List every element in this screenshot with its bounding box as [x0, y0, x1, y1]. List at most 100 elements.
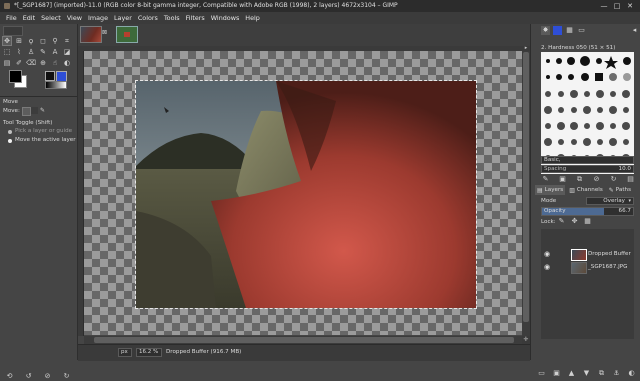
delete-icon[interactable]: ⊘ — [43, 372, 52, 381]
menu-windows[interactable]: Windows — [208, 14, 243, 22]
eraser-icon[interactable]: ⌫ — [26, 58, 36, 68]
gimp-app-icon — [4, 3, 10, 9]
paths-tool-icon[interactable]: ✎ — [38, 47, 48, 57]
wilber-drop-area[interactable] — [3, 26, 23, 36]
dock-menu-icon[interactable]: ◂ — [630, 26, 639, 35]
open-brush-icon[interactable]: ▤ — [626, 175, 635, 184]
layer-row[interactable]: ◉ _SGP1687.JPG — [541, 261, 634, 274]
menu-view[interactable]: View — [64, 14, 85, 22]
move-tool-icon[interactable]: ✥ — [2, 36, 12, 46]
quick-mask-icon[interactable]: ▸ — [522, 46, 530, 51]
foreground-select-icon[interactable]: ♙ — [26, 47, 36, 57]
mask-layer-icon[interactable]: ◐ — [627, 369, 636, 378]
duplicate-layer-icon[interactable]: ⧉ — [597, 369, 606, 378]
pick-layer-option[interactable]: Pick a layer or guide — [15, 128, 72, 134]
menu-colors[interactable]: Colors — [135, 14, 161, 22]
image-tab-thumbnail[interactable] — [80, 26, 102, 43]
navigate-icon[interactable]: ✛ — [522, 336, 530, 344]
layer-thumbnail — [571, 249, 587, 261]
document-history-icon[interactable]: ▭ — [577, 26, 586, 35]
brush-actions: ✎ ▣ ⧉ ⊘ ↻ ▤ — [541, 175, 635, 184]
brush-tag-filter[interactable]: Basic, — [541, 156, 634, 164]
menu-select[interactable]: Select — [38, 14, 64, 22]
free-select-icon[interactable]: ϙ — [26, 36, 36, 46]
lock-pixels-icon[interactable]: ✎ — [557, 217, 566, 226]
restore-icon[interactable]: ↺ — [24, 372, 33, 381]
menu-filters[interactable]: Filters — [183, 14, 208, 22]
brush-preview[interactable] — [45, 71, 55, 81]
mode-label: Mode — [541, 198, 557, 204]
dodge-burn-icon[interactable]: ◐ — [62, 58, 72, 68]
patterns-tab-icon[interactable] — [553, 26, 562, 35]
spacing-slider[interactable]: Spacing 10.0 — [541, 165, 634, 173]
paintbrush-icon[interactable]: ✐ — [14, 58, 24, 68]
lock-position-icon[interactable]: ✥ — [570, 217, 579, 226]
foreground-color-top[interactable] — [9, 70, 22, 83]
mode-select[interactable]: Overlay ▾ — [586, 197, 634, 205]
save-tool-preset-icon[interactable]: ⟲ — [5, 372, 14, 381]
raise-layer-icon[interactable]: ▲ — [567, 369, 576, 378]
fuzzy-select-icon[interactable]: ⚲ — [50, 36, 60, 46]
refresh-brushes-icon[interactable]: ↻ — [609, 175, 618, 184]
unit-select[interactable]: px — [118, 348, 132, 357]
close-icon[interactable]: ✕ — [626, 2, 634, 10]
brushes-tab-icon[interactable]: ✸ — [541, 26, 550, 35]
text-tool-icon[interactable]: A — [50, 47, 60, 57]
zoom-select[interactable]: 16.2 % — [136, 348, 162, 357]
tab-channels[interactable]: ▥ Channels — [567, 185, 605, 195]
gradient-tool-icon[interactable]: ▤ — [2, 58, 12, 68]
lock-alpha-icon[interactable]: ▦ — [583, 217, 592, 226]
vertical-scroll-thumb[interactable] — [523, 52, 529, 322]
layer-name[interactable]: _SGP1687.JPG — [588, 264, 627, 270]
eye-icon[interactable]: ◉ — [544, 250, 550, 258]
warp-transform-icon[interactable]: ⌇ — [14, 47, 24, 57]
edit-brush-icon[interactable]: ✎ — [541, 175, 550, 184]
lower-layer-icon[interactable]: ▼ — [582, 369, 591, 378]
new-brush-icon[interactable]: ▣ — [558, 175, 567, 184]
new-layer-icon[interactable]: ▭ — [537, 369, 546, 378]
menu-tools[interactable]: Tools — [161, 14, 183, 22]
move-path-icon[interactable]: ✎ — [40, 107, 45, 114]
menu-layer[interactable]: Layer — [111, 14, 135, 22]
radio-move-active[interactable] — [8, 139, 12, 143]
menu-file[interactable]: File — [3, 14, 20, 22]
fonts-tab-icon[interactable]: ▦ — [565, 26, 574, 35]
image-canvas[interactable] — [136, 81, 476, 308]
menu-edit[interactable]: Edit — [20, 14, 38, 22]
delete-brush-icon[interactable]: ⊘ — [592, 175, 601, 184]
unified-transform-icon[interactable]: ⬚ — [2, 47, 12, 57]
maximize-icon[interactable]: □ — [613, 2, 621, 10]
image-tab-thumbnail-2[interactable] — [116, 26, 138, 43]
horizontal-scroll-thumb[interactable] — [94, 337, 514, 343]
menu-image[interactable]: Image — [85, 14, 111, 22]
layer-name[interactable]: Dropped Buffer — [588, 251, 631, 257]
minimize-icon[interactable]: — — [600, 2, 608, 10]
close-tab-icon[interactable]: ⊠ — [102, 29, 107, 36]
anchor-layer-icon[interactable]: ⚓ — [612, 369, 621, 378]
lock-buttons: ✎ ✥ ▦ — [557, 217, 592, 226]
rect-select-icon[interactable]: ◻ — [38, 36, 48, 46]
move-active-option[interactable]: Move the active layer — [15, 137, 76, 143]
layers-dock-tabs: ▤ Layers ▥ Channels ✎ Paths — [535, 185, 639, 195]
align-tool-icon[interactable]: ⊞ — [14, 36, 24, 46]
smudge-tool-icon[interactable]: ☝ — [50, 58, 60, 68]
gradient-preview[interactable] — [45, 81, 67, 89]
layer-row[interactable]: ◉ Dropped Buffer — [541, 248, 634, 261]
status-message: Dropped Buffer (916.7 MB) — [166, 349, 242, 355]
tab-layers[interactable]: ▤ Layers — [535, 185, 566, 195]
menu-help[interactable]: Help — [242, 14, 263, 22]
tab-paths[interactable]: ✎ Paths — [607, 185, 633, 195]
reset-icon[interactable]: ↻ — [62, 372, 71, 381]
radio-pick-layer[interactable] — [8, 130, 12, 134]
move-selection-button[interactable] — [31, 107, 38, 114]
new-layer-group-icon[interactable]: ▣ — [552, 369, 561, 378]
opacity-slider[interactable]: Opacity 66.7 — [541, 207, 634, 216]
clone-tool-icon[interactable]: ⊕ — [38, 58, 48, 68]
bucket-fill-icon[interactable]: ◪ — [62, 47, 72, 57]
eye-icon[interactable]: ◉ — [544, 263, 550, 271]
toolbox-panel: ✥ ⊞ ϙ ◻ ⚲ ⌗ ⬚ ⌇ ♙ ✎ A ◪ ▤ ✐ ⌫ ⊕ ☝ ◐ Move… — [0, 24, 78, 380]
opacity-label: Opacity — [544, 208, 566, 214]
move-layer-button[interactable] — [22, 107, 31, 116]
duplicate-brush-icon[interactable]: ⧉ — [575, 175, 584, 184]
crop-tool-icon[interactable]: ⌗ — [62, 36, 72, 46]
